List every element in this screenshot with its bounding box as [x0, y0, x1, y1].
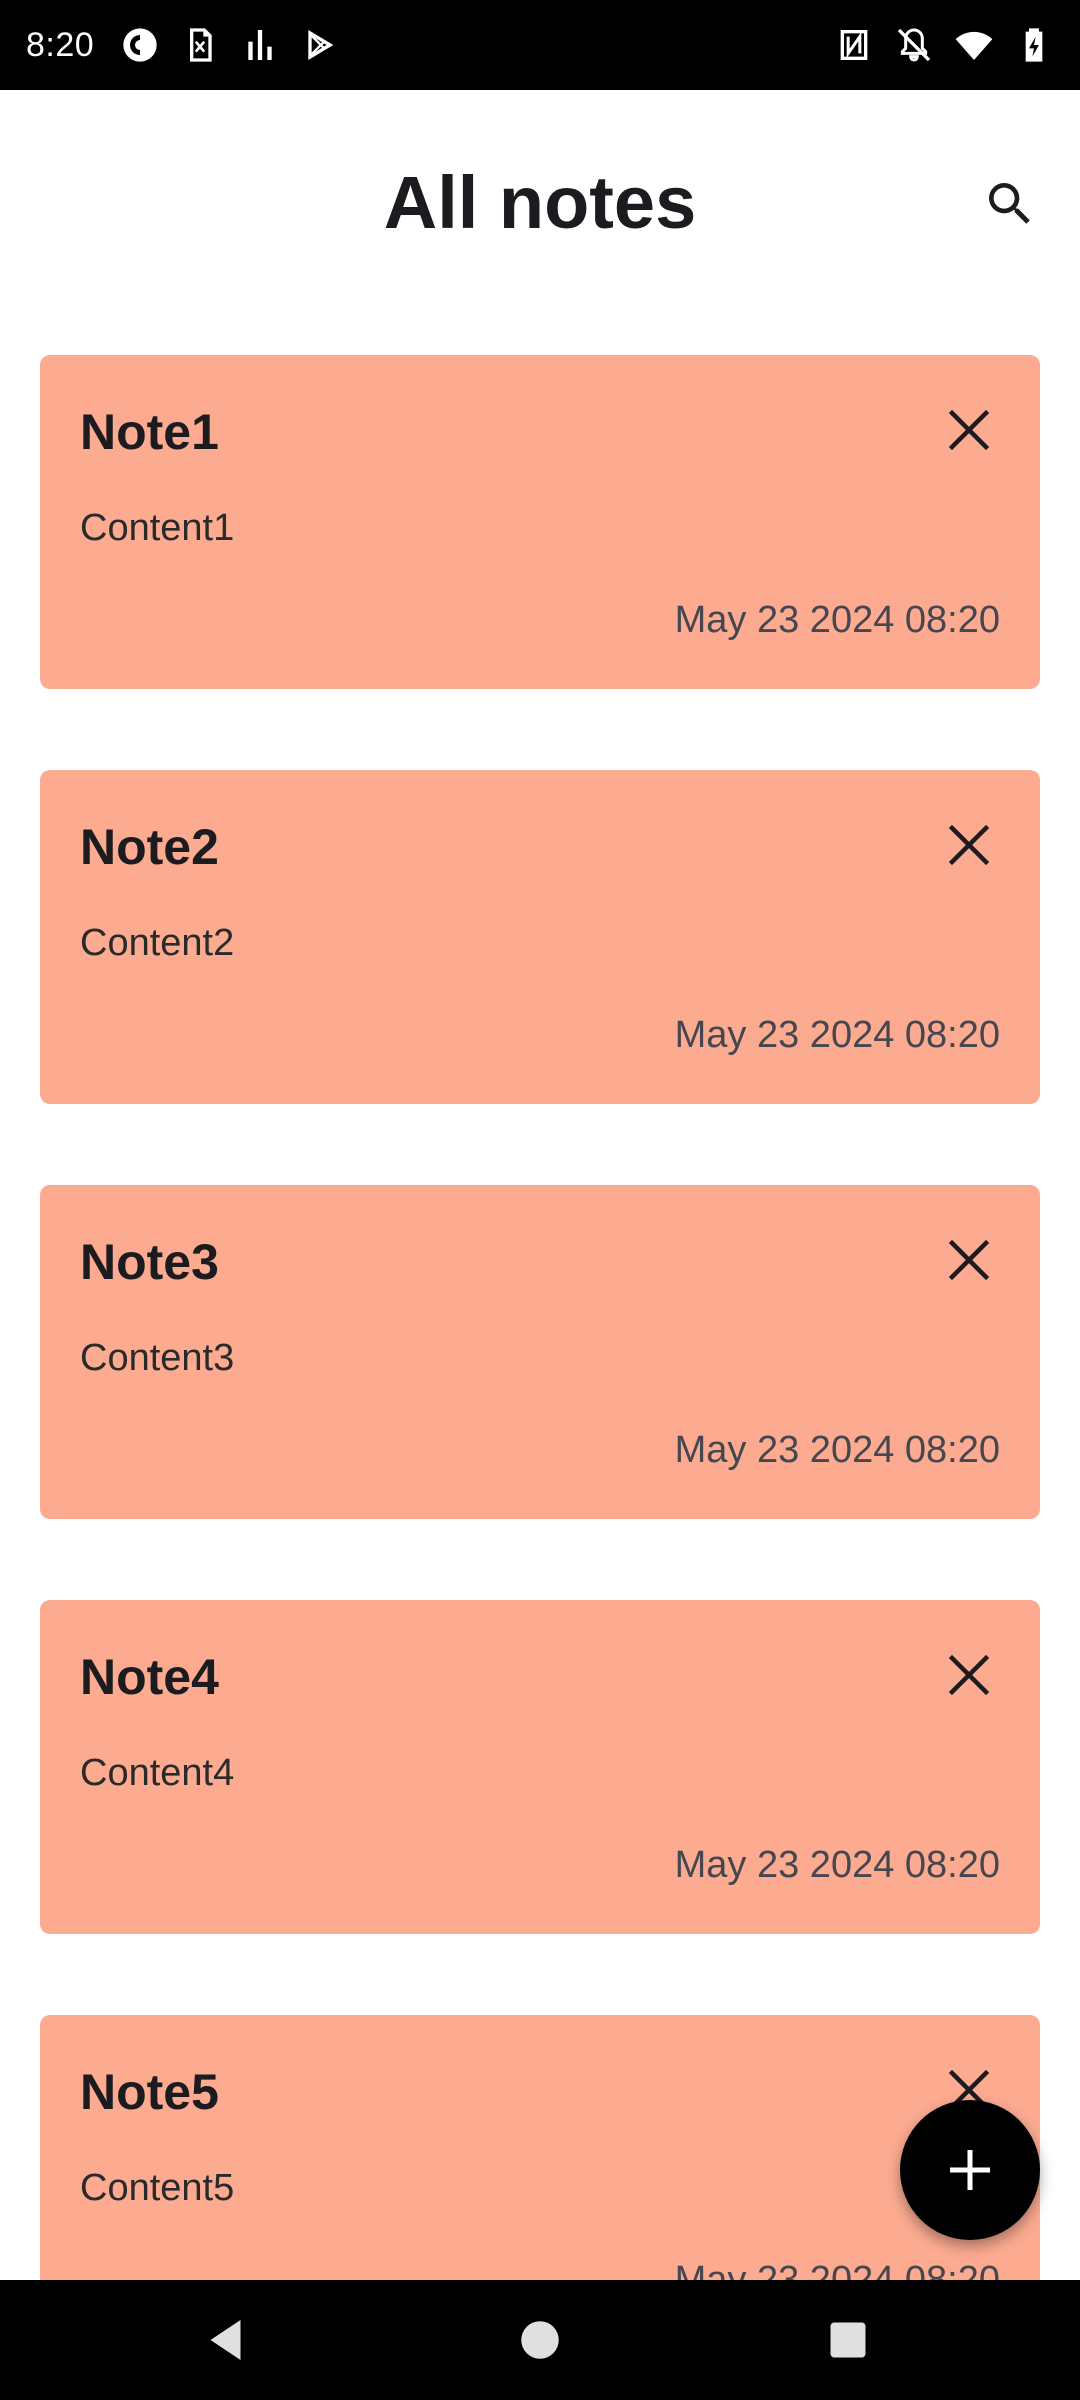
status-bar: 8:20 [0, 0, 1080, 90]
navigation-bar [0, 2280, 1080, 2400]
status-time: 8:20 [26, 25, 95, 64]
note-date: May 23 2024 08:20 [674, 1014, 1000, 1056]
add-note-button[interactable] [900, 2100, 1040, 2240]
delete-note-button[interactable] [934, 1640, 1004, 1710]
delete-note-button[interactable] [934, 810, 1004, 880]
recents-icon [830, 2322, 866, 2358]
play-store-icon [300, 25, 340, 65]
search-icon [989, 183, 1030, 224]
note-title: Note3 [80, 1234, 219, 1290]
delete-note-button[interactable] [934, 395, 1004, 465]
equalizer-icon [240, 25, 280, 65]
back-button[interactable] [188, 2310, 268, 2370]
back-icon [210, 2320, 241, 2360]
home-icon [521, 2321, 559, 2359]
note-content: Content3 [80, 1337, 235, 1379]
close-icon [948, 1239, 990, 1281]
note-card[interactable]: Note2 Content2 May 23 2024 08:20 [40, 770, 1040, 1104]
search-button[interactable] [970, 164, 1050, 244]
page-title: All notes [383, 161, 697, 244]
note-title: Note5 [80, 2064, 219, 2120]
close-icon [948, 1654, 990, 1696]
close-icon [948, 824, 990, 866]
plus-icon [950, 2150, 990, 2190]
note-content: Content1 [80, 507, 235, 549]
recents-button[interactable] [808, 2310, 888, 2370]
note-date: May 23 2024 08:20 [674, 2259, 1000, 2280]
app-bar: All notes [0, 90, 1080, 320]
note-content: Content2 [80, 922, 235, 964]
note-date: May 23 2024 08:20 [674, 599, 1000, 641]
note-content: Content4 [80, 1752, 235, 1794]
note-card[interactable]: Note5 Content5 May 23 2024 08:20 [40, 2015, 1040, 2280]
note-date: May 23 2024 08:20 [674, 1429, 1000, 1471]
wifi-icon [954, 25, 994, 65]
battery-charging-icon [1014, 25, 1054, 65]
nfc-icon [834, 25, 874, 65]
home-button[interactable] [500, 2310, 580, 2370]
sim-card-icon [180, 25, 220, 65]
note-title: Note4 [80, 1649, 219, 1705]
note-content: Content5 [80, 2167, 235, 2209]
note-card[interactable]: Note3 Content3 May 23 2024 08:20 [40, 1185, 1040, 1519]
note-title: Note1 [80, 404, 219, 460]
note-date: May 23 2024 08:20 [674, 1844, 1000, 1886]
note-card[interactable]: Note4 Content4 May 23 2024 08:20 [40, 1600, 1040, 1934]
close-icon [948, 409, 990, 451]
pocket-casts-icon [120, 25, 160, 65]
note-title: Note2 [80, 819, 219, 875]
notes-list[interactable]: Note1 Content1 May 23 2024 08:20 Note2 C… [0, 0, 1080, 2280]
bell-off-icon [894, 25, 934, 65]
note-card[interactable]: Note1 Content1 May 23 2024 08:20 [40, 355, 1040, 689]
delete-note-button[interactable] [934, 1225, 1004, 1295]
